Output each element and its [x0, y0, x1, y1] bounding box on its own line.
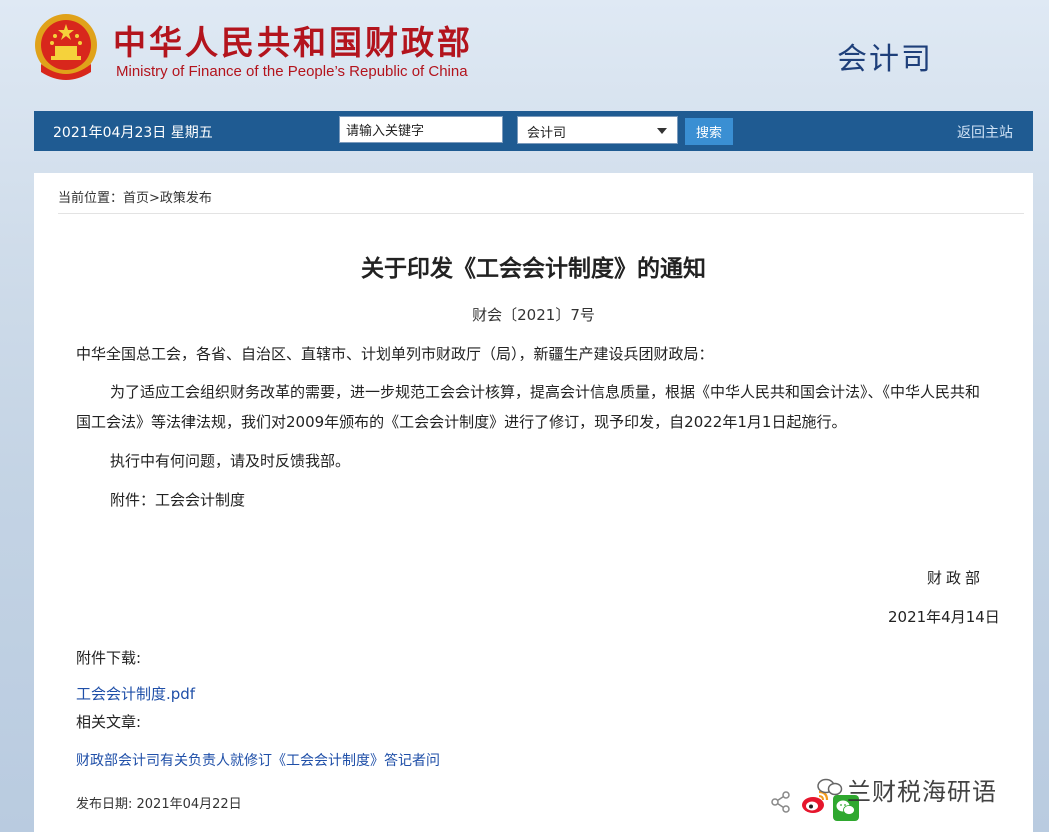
attachment-label: 附件下载: [76, 649, 142, 667]
signer: 财政部 [927, 569, 985, 587]
content-panel: 当前位置：首页>政策发布 关于印发《工会会计制度》的通知 财会〔2021〕7号 … [34, 173, 1033, 832]
publish-date: 发布日期: 2021年04月22日 [76, 797, 242, 812]
article-title: 关于印发《工会会计制度》的通知 [361, 256, 706, 282]
search-button[interactable]: 搜索 [685, 118, 733, 145]
department-name: 会计司 [837, 42, 933, 77]
attachment-link[interactable]: 工会会计制度.pdf [76, 683, 195, 704]
nav-bar: 2021年04月23日 星期五 会计司 搜索 返回主站 [34, 111, 1033, 151]
scope-select-value: 会计司 [527, 126, 567, 141]
article-paragraph: 执行中有何问题，请及时反馈我部。 [110, 452, 351, 470]
breadcrumb[interactable]: 当前位置：首页>政策发布 [58, 187, 212, 206]
site-title-cn: 中华人民共和国财政部 [113, 23, 473, 62]
divider [58, 213, 1024, 214]
site-header: 中华人民共和国财政部 Ministry of Finance of the Pe… [0, 0, 1049, 110]
current-date: 2021年04月23日 星期五 [53, 125, 213, 141]
site-title-en: Ministry of Finance of the People’s Repu… [116, 63, 468, 80]
dropdown-arrow-icon [657, 128, 667, 134]
national-emblem-icon [35, 14, 97, 80]
article-paragraph: 为了适应工会组织财务改革的需要，进一步规范工会会计核算，提高会计信息质量，根据《… [76, 383, 981, 431]
watermark: 兰财税海研语 [807, 772, 997, 807]
search-input[interactable] [339, 116, 503, 143]
home-link[interactable]: 返回主站 [957, 122, 1013, 142]
share-icon[interactable] [770, 791, 792, 813]
related-article-link[interactable]: 财政部会计司有关负责人就修订《工会会计制度》答记者问 [76, 750, 440, 770]
sign-date: 2021年4月14日 [888, 608, 1000, 626]
article-paragraph: 中华全国总工会，各省、自治区、直辖市、计划单列市财政厅（局），新疆生产建设兵团财… [76, 345, 714, 363]
related-label: 相关文章: [76, 713, 142, 731]
watermark-text: 兰财税海研语 [847, 778, 997, 806]
article-paragraph: 附件：工会会计制度 [110, 491, 246, 509]
document-number: 财会〔2021〕7号 [472, 306, 595, 324]
scope-select[interactable]: 会计司 [517, 116, 678, 144]
